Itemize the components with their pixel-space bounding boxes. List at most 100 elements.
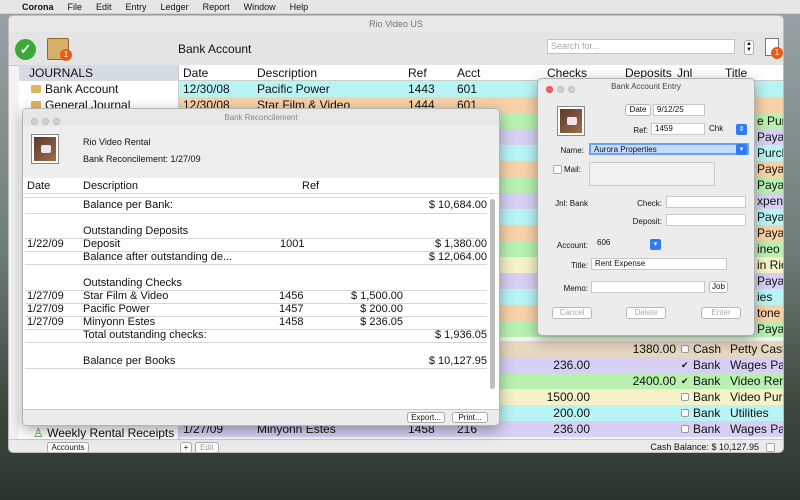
- col-ref[interactable]: Ref: [408, 66, 427, 80]
- cancel-button[interactable]: Cancel: [552, 307, 592, 319]
- memo-field[interactable]: [591, 281, 705, 293]
- export-button[interactable]: Export...: [407, 412, 445, 423]
- col-description[interactable]: Description: [257, 66, 317, 80]
- entry-title: Bank Account Entry: [611, 82, 681, 91]
- check-row: 1/27/09 Star Film & Video 1456 $ 1,500.0…: [23, 290, 489, 303]
- mail-checkbox[interactable]: [553, 165, 562, 174]
- chevron-down-icon[interactable]: ▾: [736, 144, 747, 155]
- check-field[interactable]: [666, 196, 746, 208]
- row-title: in Rio,: [757, 258, 783, 272]
- deposit-label: Deposit:: [632, 217, 662, 226]
- deposit-field[interactable]: [666, 214, 746, 226]
- total-checks-label: Total outstanding checks:: [83, 329, 207, 341]
- books-icon[interactable]: 1: [47, 38, 72, 61]
- memo-label: Memo:: [563, 284, 588, 293]
- search-stepper[interactable]: ▲ ▼: [744, 40, 754, 55]
- sidebar-item-bank-account[interactable]: Bank Account: [19, 81, 178, 97]
- enter-button[interactable]: Enter: [701, 307, 741, 319]
- row-title: Paya: [757, 130, 784, 144]
- row-ref: 1443: [408, 82, 435, 96]
- check-description: Minyonn Estes: [83, 316, 156, 328]
- job-button[interactable]: Job: [709, 281, 728, 293]
- col-date[interactable]: Date: [183, 66, 208, 80]
- row-acct: 601: [457, 82, 478, 96]
- row-checks: 1500.00: [546, 390, 590, 404]
- balance-per-books-label: Balance per Books: [83, 355, 176, 367]
- sidebar-header: JOURNALS: [19, 65, 178, 81]
- check-amount: $ 236.05: [360, 316, 403, 328]
- row-title: Purch: [757, 146, 783, 160]
- edit-button[interactable]: Edit: [195, 442, 219, 452]
- menu-ledger[interactable]: Ledger: [161, 2, 189, 12]
- row-checkbox[interactable]: [681, 393, 689, 401]
- outstanding-deposits-label: Outstanding Deposits: [83, 225, 189, 237]
- recon-col-description: Description: [83, 180, 139, 192]
- title-label: Title:: [570, 261, 588, 270]
- menu-report[interactable]: Report: [203, 2, 230, 12]
- minimize-icon[interactable]: [557, 86, 564, 93]
- row-checkbox[interactable]: [681, 425, 689, 433]
- recon-titlebar: Bank Reconcilement: [23, 109, 499, 126]
- company-logo-icon: [558, 107, 584, 135]
- ref-type-select[interactable]: Chk: [709, 124, 723, 133]
- checkmark-icon[interactable]: ✓: [15, 39, 36, 60]
- balance-per-bank-amount: $ 10,684.00: [428, 199, 487, 211]
- row-title: Paya: [757, 178, 784, 192]
- date-button[interactable]: Date: [625, 104, 651, 116]
- date-field[interactable]: 9/12/25: [653, 104, 705, 116]
- menu-entry[interactable]: Entry: [126, 2, 147, 12]
- report-badge: 1: [771, 47, 783, 59]
- name-field[interactable]: Aurora Properties: [589, 143, 749, 155]
- mail-address-field[interactable]: [589, 162, 715, 186]
- menu-app-name[interactable]: Corona: [22, 2, 54, 12]
- row-jnl: Bank: [693, 374, 721, 388]
- name-label: Name:: [560, 146, 584, 155]
- balance-per-bank-row: Balance per Bank: $ 10,684.00: [23, 199, 489, 212]
- row-checkbox[interactable]: [681, 409, 689, 417]
- title-field[interactable]: Rent Expense: [591, 258, 727, 270]
- bank-account-entry-window: Bank Account Entry Date 9/12/25 Ref: 145…: [537, 78, 755, 336]
- add-button[interactable]: +: [180, 442, 192, 452]
- bottom-checkbox[interactable]: [766, 443, 775, 452]
- checkmark-icon[interactable]: ✔: [681, 373, 689, 389]
- people-icon: ♙: [33, 426, 48, 440]
- menu-help[interactable]: Help: [290, 2, 309, 12]
- row-checkbox[interactable]: [681, 345, 689, 353]
- check-date: 1/27/09: [27, 316, 64, 328]
- print-button[interactable]: Print...: [452, 412, 488, 423]
- close-icon[interactable]: [546, 86, 553, 93]
- recon-col-date: Date: [27, 180, 51, 192]
- row-checks: 236.00: [553, 358, 590, 372]
- recon-col-ref: Ref: [302, 180, 320, 192]
- row-title: Paya: [757, 210, 784, 224]
- row-title: ies: [757, 290, 773, 304]
- row-title: Paya: [757, 274, 784, 288]
- cash-balance: Cash Balance: $ 10,127.95: [650, 442, 759, 452]
- report-icon[interactable]: 1: [765, 38, 783, 59]
- window-controls: [546, 83, 579, 99]
- ref-field[interactable]: 1459: [651, 123, 705, 135]
- search-input[interactable]: Search for...: [547, 39, 735, 54]
- close-icon[interactable]: [31, 118, 38, 125]
- balance-after-label: Balance after outstanding de...: [83, 251, 233, 263]
- chevron-down-icon[interactable]: ▾: [650, 239, 661, 250]
- menu-edit[interactable]: Edit: [96, 2, 112, 12]
- delete-button[interactable]: Delete: [626, 307, 666, 319]
- check-date: 1/27/09: [27, 290, 64, 302]
- account-field[interactable]: 606: [594, 238, 646, 250]
- checkmark-icon[interactable]: ✔: [681, 357, 689, 373]
- company-logo-icon: [32, 135, 58, 163]
- menu-window[interactable]: Window: [244, 2, 276, 12]
- zoom-icon[interactable]: [53, 118, 60, 125]
- check-description: Pacific Power: [83, 303, 150, 315]
- accounts-button[interactable]: Accounts: [47, 442, 89, 452]
- recon-scrollbar[interactable]: [489, 195, 497, 411]
- chevron-down-icon[interactable]: ⇕: [736, 124, 747, 135]
- zoom-icon[interactable]: [568, 86, 575, 93]
- sidebar-item-label: Bank Account: [45, 82, 119, 96]
- row-deposits: 1380.00: [632, 342, 676, 356]
- menu-file[interactable]: File: [68, 2, 83, 12]
- col-acct[interactable]: Acct: [457, 66, 480, 80]
- toolbar: ✓ 1 Bank Account Search for... ▲ ▼ 1: [9, 32, 783, 66]
- minimize-icon[interactable]: [42, 118, 49, 125]
